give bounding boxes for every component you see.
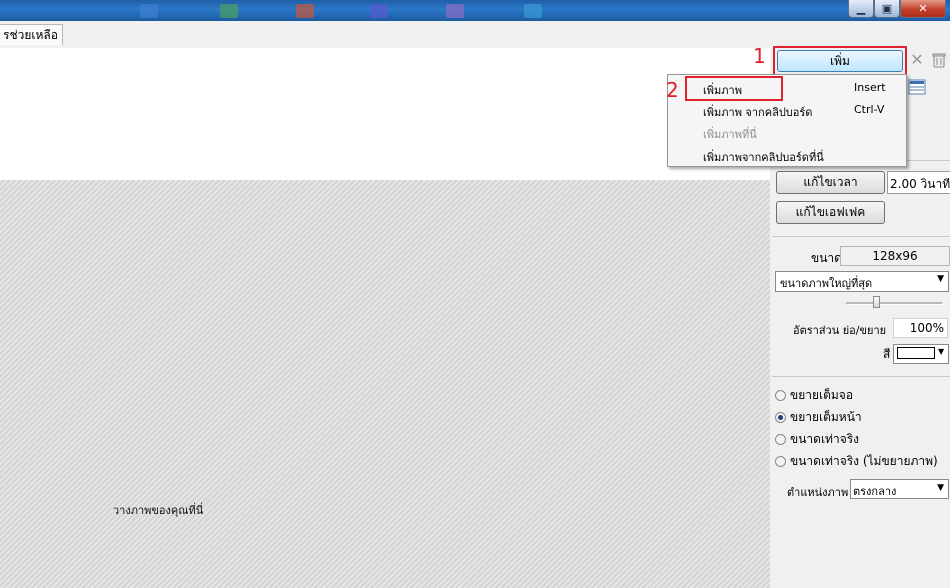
drop-placeholder-text: วางภาพของคุณที่นี่ bbox=[113, 504, 204, 517]
step-marker: 2 bbox=[666, 78, 679, 102]
ratio-input[interactable]: 100% bbox=[893, 318, 948, 338]
fit-option-label: ขนาดเท่าจริง (ไม่ขยายภาพ) bbox=[790, 453, 938, 468]
radio-button[interactable] bbox=[775, 389, 786, 401]
step-marker: 1 bbox=[753, 44, 766, 68]
divider bbox=[772, 376, 950, 377]
zoom-slider-thumb[interactable] bbox=[873, 296, 880, 308]
position-label: ตำแหน่งภาพ bbox=[787, 486, 849, 499]
ratio-label: อัตราส่วน ย่อ/ขยาย bbox=[793, 324, 887, 337]
radio-button[interactable] bbox=[775, 455, 786, 467]
taskbar-app-icon bbox=[446, 4, 464, 18]
fit-option-actual[interactable]: ขนาดเท่าจริง bbox=[775, 430, 859, 448]
divider bbox=[772, 236, 950, 237]
highlight-box bbox=[685, 76, 783, 101]
color-label: สี bbox=[883, 347, 891, 361]
taskbar-app-icon bbox=[296, 4, 314, 18]
list-icon[interactable] bbox=[908, 79, 926, 95]
edit-time-button[interactable]: แก้ไขเวลา bbox=[776, 171, 885, 194]
fit-option-actual-noscale[interactable]: ขนาดเท่าจริง (ไม่ขยายภาพ) bbox=[775, 452, 938, 470]
highlight-box bbox=[773, 46, 907, 76]
size-value: 128x96 bbox=[840, 246, 950, 266]
edit-effect-button[interactable]: แก้ไขเอฟเฟค bbox=[776, 201, 885, 224]
chevron-down-icon: ▼ bbox=[937, 483, 944, 493]
chevron-down-icon[interactable]: ▼ bbox=[938, 347, 944, 356]
taskbar-app-icon bbox=[220, 4, 238, 18]
position-select[interactable]: ตรงกลาง ▼ bbox=[850, 479, 949, 499]
menu-item-shortcut: Insert bbox=[854, 81, 886, 94]
chevron-down-icon: ▼ bbox=[937, 274, 944, 284]
taskbar-app-icon bbox=[370, 4, 388, 18]
trash-icon[interactable] bbox=[930, 51, 948, 69]
zoom-slider-track[interactable] bbox=[846, 302, 942, 305]
minimize-button[interactable]: ▁ bbox=[848, 0, 874, 18]
menu-item-label: เพิ่มภาพ จากคลิปบอร์ด bbox=[703, 106, 813, 119]
size-mode-select[interactable]: ขนาดภาพใหญ่ที่สุด ▼ bbox=[775, 271, 949, 292]
menu-item-add-image-here[interactable]: เพิ่มภาพที่นี่ bbox=[668, 121, 906, 143]
tab-strip bbox=[0, 21, 950, 48]
fit-option-fitpage[interactable]: ขยายเต็มหน้า bbox=[775, 408, 862, 426]
close-button[interactable]: ✕ bbox=[900, 0, 946, 18]
menu-item-label: เพิ่มภาพจากคลิปบอร์ดที่นี่ bbox=[703, 151, 824, 164]
image-drop-area[interactable] bbox=[0, 180, 770, 588]
thumbnail-strip[interactable] bbox=[0, 48, 770, 180]
tab-help[interactable]: รช่วยเหลือ bbox=[0, 24, 63, 45]
maximize-button[interactable]: ▣ bbox=[874, 0, 900, 18]
color-swatch bbox=[897, 347, 935, 359]
menu-item-label: เพิ่มภาพที่นี่ bbox=[703, 128, 757, 141]
position-value: ตรงกลาง bbox=[853, 485, 897, 498]
menu-item-add-from-clipboard[interactable]: เพิ่มภาพ จากคลิปบอร์ด Ctrl-V bbox=[668, 99, 906, 121]
size-label: ขนาด bbox=[811, 251, 842, 265]
time-value-field[interactable]: 2.00 วินาที bbox=[887, 171, 950, 194]
fit-option-label: ขยายเต็มจอ bbox=[790, 387, 854, 402]
menu-item-shortcut: Ctrl-V bbox=[854, 103, 885, 116]
taskbar-app-icon bbox=[140, 4, 158, 18]
radio-button-selected[interactable] bbox=[775, 411, 786, 423]
fit-option-label: ขยายเต็มหน้า bbox=[790, 409, 862, 424]
menu-item-add-clipboard-here[interactable]: เพิ่มภาพจากคลิปบอร์ดที่นี่ bbox=[668, 144, 906, 166]
fit-option-label: ขนาดเท่าจริง bbox=[790, 431, 860, 446]
taskbar-app-icon bbox=[524, 4, 542, 18]
size-mode-value: ขนาดภาพใหญ่ที่สุด bbox=[780, 277, 873, 290]
radio-button[interactable] bbox=[775, 433, 786, 445]
delete-icon[interactable]: ✕ bbox=[908, 51, 926, 69]
fit-option-fullscreen[interactable]: ขยายเต็มจอ bbox=[775, 386, 853, 404]
